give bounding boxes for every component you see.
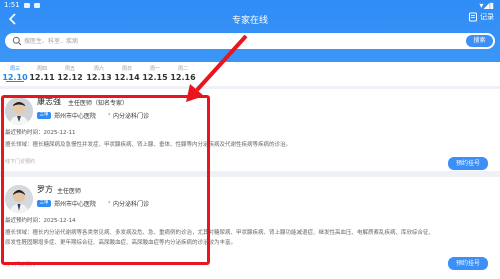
date-weekday: 周一 (149, 66, 160, 72)
status-bar: 1:51 (4, 0, 40, 10)
date-tab-0[interactable]: 周三 12.10 (0, 62, 30, 82)
date-value: 12.15 (142, 73, 168, 82)
highlight-box (1, 95, 210, 265)
date-tab-1[interactable]: 周四 12.11 (27, 62, 57, 82)
date-weekday: 周四 (36, 66, 47, 72)
date-weekday: 周二 (177, 66, 188, 72)
date-value: 12.16 (170, 73, 196, 82)
search-icon (12, 36, 22, 46)
date-value: 12.14 (114, 73, 140, 82)
signal-battery-icon: ▾◢▮ (479, 1, 494, 10)
date-selector: 周三 12.10 周四 12.11 周五 12.12 周六 12.13 周日 1… (0, 62, 500, 86)
notification-icon (23, 2, 30, 8)
app-notification-icon (33, 2, 40, 8)
date-weekday: 周三 (9, 66, 20, 72)
date-tab-6[interactable]: 周二 12.16 (168, 62, 198, 82)
search-input[interactable] (24, 34, 444, 48)
date-value: 12.11 (29, 73, 55, 82)
date-tab-5[interactable]: 周一 12.15 (140, 62, 170, 82)
book-appointment-button[interactable]: 预约挂号 (448, 257, 488, 270)
app-header: 1:51 ▾◢▮ 专家在线 记录 搜索 (0, 0, 500, 62)
page-title: 专家在线 (231, 16, 268, 26)
date-weekday: 周五 (64, 66, 75, 72)
book-appointment-button[interactable]: 预约挂号 (448, 157, 488, 170)
date-tab-3[interactable]: 周六 12.13 (84, 62, 114, 82)
record-button[interactable]: 记录 (468, 12, 494, 22)
date-value: 12.12 (57, 73, 83, 82)
date-tab-4[interactable]: 周日 12.14 (112, 62, 142, 82)
record-label: 记录 (480, 13, 494, 21)
search-button[interactable]: 搜索 (466, 35, 493, 47)
date-weekday: 周六 (93, 66, 104, 72)
date-tab-2[interactable]: 周五 12.12 (55, 62, 85, 82)
date-weekday: 周日 (121, 66, 132, 72)
record-icon (469, 12, 477, 22)
active-date-indicator (6, 80, 24, 82)
date-value: 12.13 (86, 73, 112, 82)
search-bar: 搜索 (5, 33, 495, 49)
status-time: 1:51 (4, 1, 20, 9)
